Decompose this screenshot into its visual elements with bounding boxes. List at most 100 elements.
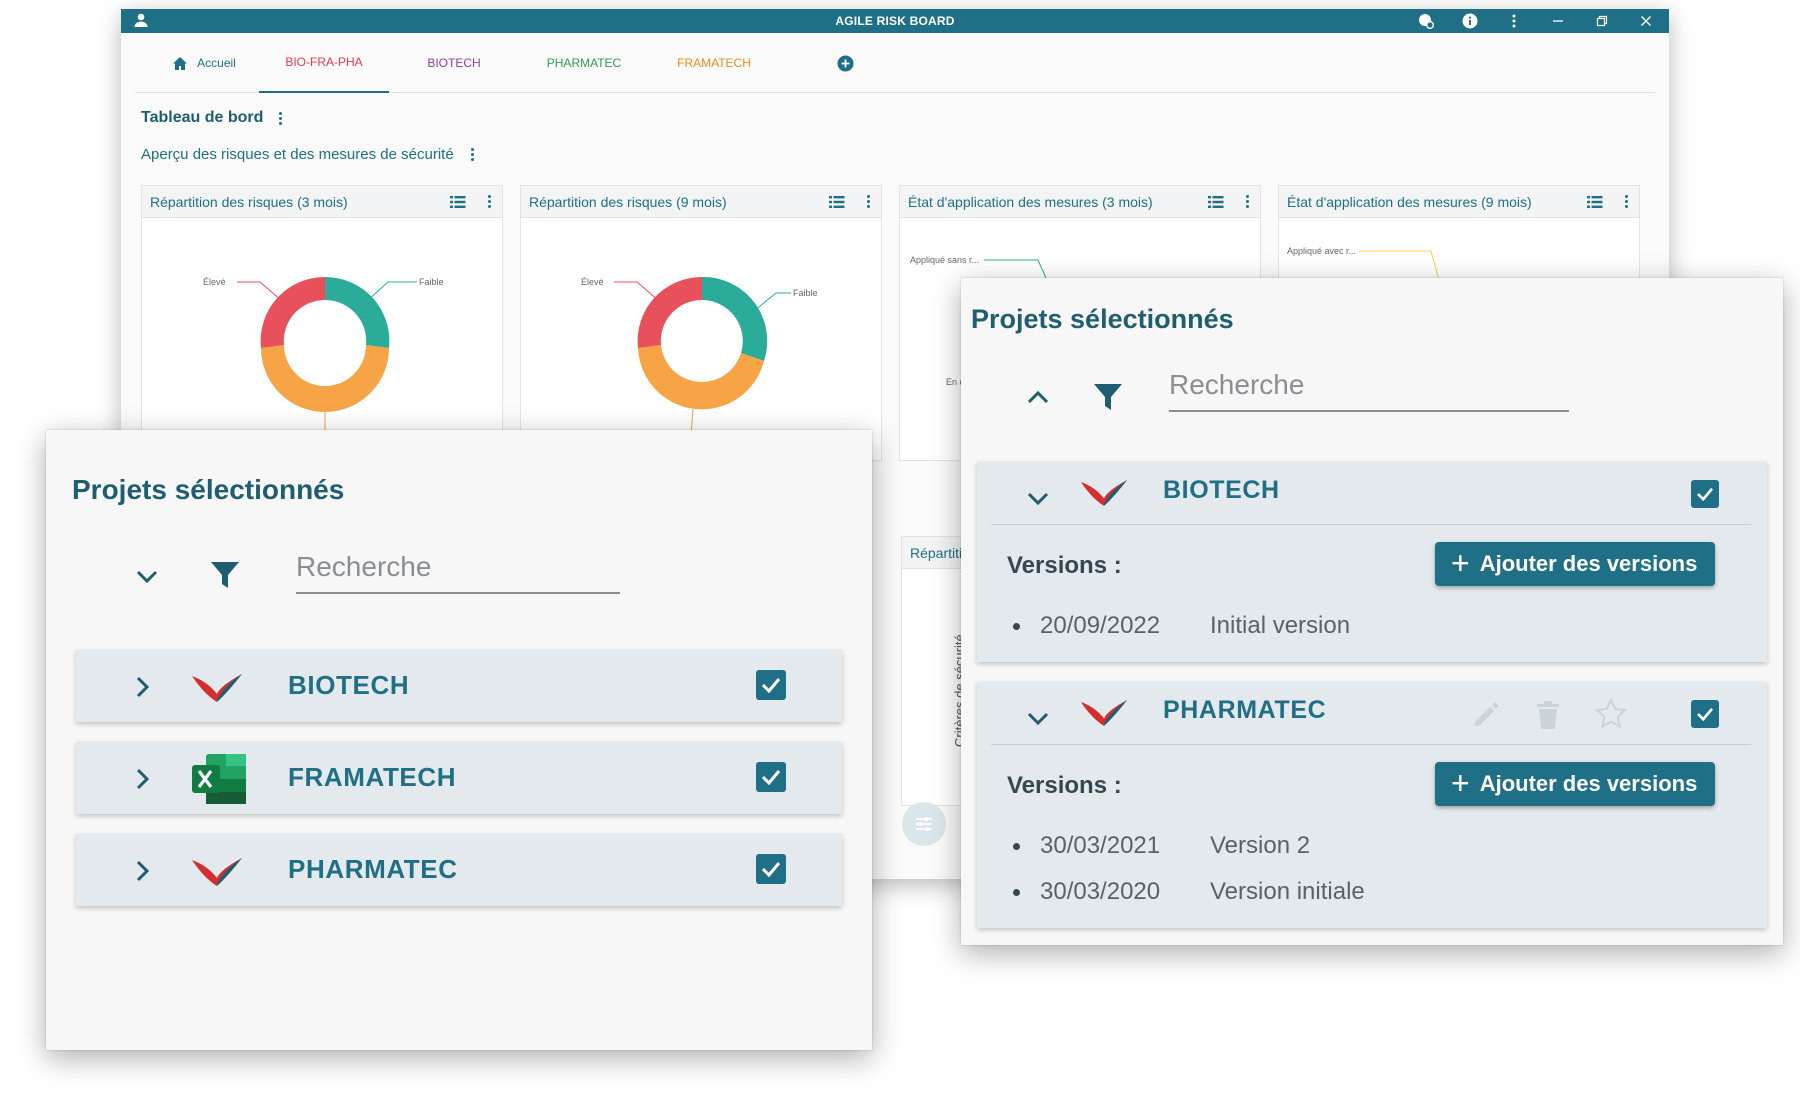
slice-label: Faible xyxy=(419,277,444,287)
star-icon[interactable] xyxy=(1595,698,1627,730)
search-input[interactable] xyxy=(296,546,620,594)
chevron-down-icon[interactable] xyxy=(1027,492,1049,506)
bird-logo-icon xyxy=(1080,479,1128,506)
tune-button[interactable] xyxy=(902,802,946,846)
info-icon[interactable] xyxy=(1461,12,1479,30)
project-checkbox[interactable] xyxy=(756,670,786,700)
add-versions-label: Ajouter des versions xyxy=(1479,551,1698,576)
card-title: État d'application des mesures (9 mois) xyxy=(1287,193,1532,210)
chart-card-risks-3m: Répartition des risques (3 mois) Élevé F… xyxy=(141,185,503,462)
chevron-right-icon[interactable] xyxy=(136,676,150,698)
dashboard-title: Tableau de bord xyxy=(141,109,264,126)
slice-label: Appliqué sans r... xyxy=(910,255,979,265)
donut-segment-eleve xyxy=(260,276,325,348)
list-view-icon[interactable] xyxy=(1208,195,1224,208)
tab-framatech[interactable]: FRAMATECH xyxy=(649,33,779,93)
chevron-up-icon[interactable] xyxy=(1027,390,1049,404)
slice-label: Faible xyxy=(793,288,818,298)
version-name: Initial version xyxy=(1210,612,1351,639)
version-item[interactable]: 30/03/2021 Version 2 xyxy=(1013,832,1310,860)
project-row-framatech[interactable]: FRAMATECH xyxy=(76,742,842,814)
card-menu-icon[interactable] xyxy=(1242,195,1252,208)
chevron-down-icon[interactable] xyxy=(136,570,158,584)
add-tab-button[interactable] xyxy=(825,33,865,93)
search-input[interactable] xyxy=(1169,364,1569,412)
subtitle-menu-icon[interactable] xyxy=(468,148,478,161)
project-row-biotech[interactable]: BIOTECH xyxy=(76,650,842,722)
project-checkbox[interactable] xyxy=(756,762,786,792)
bird-logo-icon xyxy=(1080,699,1128,726)
tab-label: BIO-FRA-PHA xyxy=(285,55,363,69)
bird-logo-icon xyxy=(192,858,242,886)
card-menu-icon[interactable] xyxy=(863,195,873,208)
tab-label: Accueil xyxy=(197,56,236,70)
version-date: 30/03/2021 xyxy=(1040,832,1161,859)
donut-segment-faible xyxy=(702,276,768,361)
bullet xyxy=(1013,842,1020,850)
add-circle-icon xyxy=(837,55,853,71)
more-vert-icon[interactable] xyxy=(1505,12,1523,30)
card-title: Répartition des risques (3 mois) xyxy=(150,193,348,210)
add-versions-label: Ajouter des versions xyxy=(1479,771,1698,796)
bullet xyxy=(1013,888,1020,896)
list-view-icon[interactable] xyxy=(829,195,845,208)
tab-bio-fra-pha[interactable]: BIO-FRA-PHA xyxy=(259,33,389,93)
filter-icon[interactable] xyxy=(1093,382,1123,412)
versions-label: Versions : xyxy=(1007,552,1122,579)
version-item[interactable]: 30/03/2020 Version initiale xyxy=(1013,878,1365,906)
version-date: 30/03/2020 xyxy=(1040,878,1161,905)
project-checkbox[interactable] xyxy=(1691,480,1719,508)
add-versions-button[interactable]: + Ajouter des versions xyxy=(1435,762,1716,806)
leader-line xyxy=(366,281,417,302)
version-date: 20/09/2022 xyxy=(1040,612,1161,639)
tab-label: FRAMATECH xyxy=(677,56,751,70)
selected-projects-panel-expanded: Projets sélectionnés BIOTECH Versions : … xyxy=(961,278,1783,945)
project-tabs: Accueil BIO-FRA-PHA BIOTECH PHARMATEC FR… xyxy=(135,33,1655,93)
project-card-biotech: BIOTECH Versions : + Ajouter des version… xyxy=(977,462,1767,662)
dashboard-menu-icon[interactable] xyxy=(275,111,285,125)
card-menu-icon[interactable] xyxy=(484,195,494,208)
chevron-right-icon[interactable] xyxy=(136,860,150,882)
card-title: Répartition des risques (9 mois) xyxy=(529,193,727,210)
project-card-pharmatec: PHARMATEC Versions : + Ajouter des versi… xyxy=(977,682,1767,928)
slice-label: Élevé xyxy=(203,277,226,287)
dashboard-subtitle: Aperçu des risques et des mesures de séc… xyxy=(141,146,454,163)
add-versions-button[interactable]: + Ajouter des versions xyxy=(1435,542,1716,586)
edit-icon[interactable] xyxy=(1471,700,1501,730)
card-menu-icon[interactable] xyxy=(1621,195,1631,208)
delete-icon[interactable] xyxy=(1535,700,1561,730)
version-name: Version initiale xyxy=(1210,878,1365,905)
list-view-icon[interactable] xyxy=(450,195,466,208)
tune-icon xyxy=(916,817,932,831)
globe-settings-icon[interactable] xyxy=(1417,12,1435,30)
tab-pharmatec[interactable]: PHARMATEC xyxy=(519,33,649,93)
filter-icon[interactable] xyxy=(210,560,240,590)
bird-logo-icon xyxy=(192,674,242,702)
dashboard-title-row: Tableau de bord xyxy=(141,109,285,127)
version-item[interactable]: 20/09/2022 Initial version xyxy=(1013,612,1350,640)
chevron-down-icon[interactable] xyxy=(1027,712,1049,726)
project-checkbox[interactable] xyxy=(1691,700,1719,728)
donut-segment-moyen xyxy=(638,345,764,410)
tab-accueil[interactable]: Accueil xyxy=(149,33,259,93)
divider xyxy=(991,744,1751,745)
tab-label: BIOTECH xyxy=(427,56,481,70)
tab-label: PHARMATEC xyxy=(546,56,622,70)
leader-line xyxy=(984,259,1047,279)
versions-label: Versions : xyxy=(1007,772,1122,799)
project-checkbox[interactable] xyxy=(756,854,786,884)
close-icon[interactable] xyxy=(1637,12,1655,30)
slice-label: Appliqué avec r... xyxy=(1287,246,1356,256)
minimize-icon[interactable] xyxy=(1549,12,1567,30)
leader-line xyxy=(753,292,791,312)
tab-biotech[interactable]: BIOTECH xyxy=(389,33,519,93)
project-row-pharmatec[interactable]: PHARMATEC xyxy=(76,834,842,906)
chevron-right-icon[interactable] xyxy=(136,768,150,790)
donut-segment-faible xyxy=(325,276,390,348)
selected-projects-panel-collapsed: Projets sélectionnés BIOTECH FRAMATECH P… xyxy=(46,430,872,1050)
excel-logo-icon xyxy=(192,754,246,804)
bullet xyxy=(1013,622,1020,630)
panel-title: Projets sélectionnés xyxy=(971,304,1234,334)
list-view-icon[interactable] xyxy=(1587,195,1603,208)
restore-icon[interactable] xyxy=(1593,12,1611,30)
